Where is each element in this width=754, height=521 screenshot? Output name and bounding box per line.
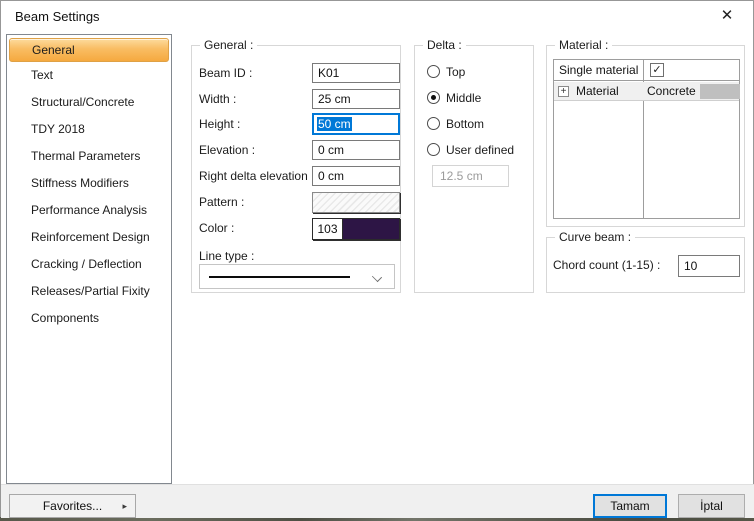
height-selected-text: 50 cm (317, 117, 352, 131)
sidebar-item-text[interactable]: Text (7, 62, 171, 89)
material-row[interactable]: + Material Concrete (554, 82, 739, 101)
height-label: Height : (199, 117, 240, 131)
width-input[interactable] (312, 89, 400, 109)
pattern-swatch-button[interactable] (312, 192, 400, 213)
material-row-value: Concrete (647, 84, 696, 98)
sidebar-item-tdy-2018[interactable]: TDY 2018 (7, 116, 171, 143)
material-group: Material : Single material ✓ + Material … (546, 45, 745, 227)
user-defined-delta-input: 12.5 cm (432, 165, 509, 187)
footer-bar: Favorites... ▸ Tamam İptal (1, 484, 754, 518)
beam-settings-dialog: Beam Settings ✕ General Text Structural/… (0, 0, 754, 517)
radio-user-defined[interactable] (427, 143, 440, 156)
delta-group: Delta : Top Middle Bottom User defined 1… (414, 45, 534, 293)
material-value-button[interactable] (700, 84, 740, 99)
general-group-title: General : (200, 38, 257, 52)
material-group-title: Material : (555, 38, 612, 52)
window-title: Beam Settings (15, 9, 100, 24)
favorites-label: Favorites... (43, 499, 102, 513)
delta-group-title: Delta : (423, 38, 466, 52)
material-table: Single material ✓ + Material Concrete (553, 59, 740, 219)
right-delta-elevation-label: Right delta elevation (199, 169, 308, 183)
close-icon[interactable]: ✕ (709, 3, 745, 29)
curve-beam-group: Curve beam : Chord count (1-15) : (546, 237, 745, 293)
pattern-label: Pattern : (199, 195, 244, 209)
sidebar-item-general[interactable]: General (9, 38, 169, 62)
radio-user-defined-label: User defined (446, 143, 514, 157)
sidebar-item-structural-concrete[interactable]: Structural/Concrete (7, 89, 171, 116)
radio-middle-label: Middle (446, 91, 481, 105)
ok-button[interactable]: Tamam (593, 494, 667, 518)
general-group: General : Beam ID : Width : Height : 50 … (191, 45, 401, 293)
single-material-row[interactable]: Single material ✓ (554, 60, 739, 81)
expand-plus-icon[interactable]: + (558, 86, 569, 97)
color-number: 103 (313, 219, 343, 239)
color-picker-button[interactable]: 103 (312, 218, 400, 240)
elevation-label: Elevation : (199, 143, 255, 157)
radio-top-label: Top (446, 65, 465, 79)
width-label: Width : (199, 92, 236, 106)
cancel-button[interactable]: İptal (678, 494, 745, 518)
height-input[interactable]: 50 cm (312, 113, 400, 135)
line-type-sample (209, 276, 350, 278)
chevron-down-icon (372, 272, 382, 282)
category-list: General Text Structural/Concrete TDY 201… (6, 34, 172, 484)
radio-top[interactable] (427, 65, 440, 78)
color-label: Color : (199, 221, 234, 235)
radio-bottom-label: Bottom (446, 117, 484, 131)
line-type-dropdown[interactable] (199, 264, 395, 289)
right-delta-elevation-input[interactable] (312, 166, 400, 186)
sidebar-item-thermal-parameters[interactable]: Thermal Parameters (7, 143, 171, 170)
sidebar-item-reinforcement-design[interactable]: Reinforcement Design (7, 224, 171, 251)
sidebar-item-releases-partial-fixity[interactable]: Releases/Partial Fixity (7, 278, 171, 305)
material-row-label: Material (576, 84, 619, 98)
color-swatch (343, 219, 399, 239)
beam-id-label: Beam ID : (199, 66, 252, 80)
chord-count-input[interactable] (678, 255, 740, 277)
beam-id-input[interactable] (312, 63, 400, 83)
chord-count-label: Chord count (1-15) : (553, 258, 660, 272)
radio-bottom[interactable] (427, 117, 440, 130)
arrow-right-icon: ▸ (122, 495, 127, 517)
title-bar[interactable]: Beam Settings ✕ (1, 1, 753, 32)
sidebar-item-performance-analysis[interactable]: Performance Analysis (7, 197, 171, 224)
single-material-label: Single material (559, 63, 638, 77)
sidebar-item-cracking-deflection[interactable]: Cracking / Deflection (7, 251, 171, 278)
line-type-label: Line type : (199, 249, 254, 263)
curve-beam-group-title: Curve beam : (555, 230, 635, 244)
elevation-input[interactable] (312, 140, 400, 160)
radio-middle[interactable] (427, 91, 440, 104)
favorites-button[interactable]: Favorites... ▸ (9, 494, 136, 518)
single-material-checkbox[interactable]: ✓ (650, 63, 664, 77)
sidebar-item-stiffness-modifiers[interactable]: Stiffness Modifiers (7, 170, 171, 197)
sidebar-item-components[interactable]: Components (7, 305, 171, 332)
